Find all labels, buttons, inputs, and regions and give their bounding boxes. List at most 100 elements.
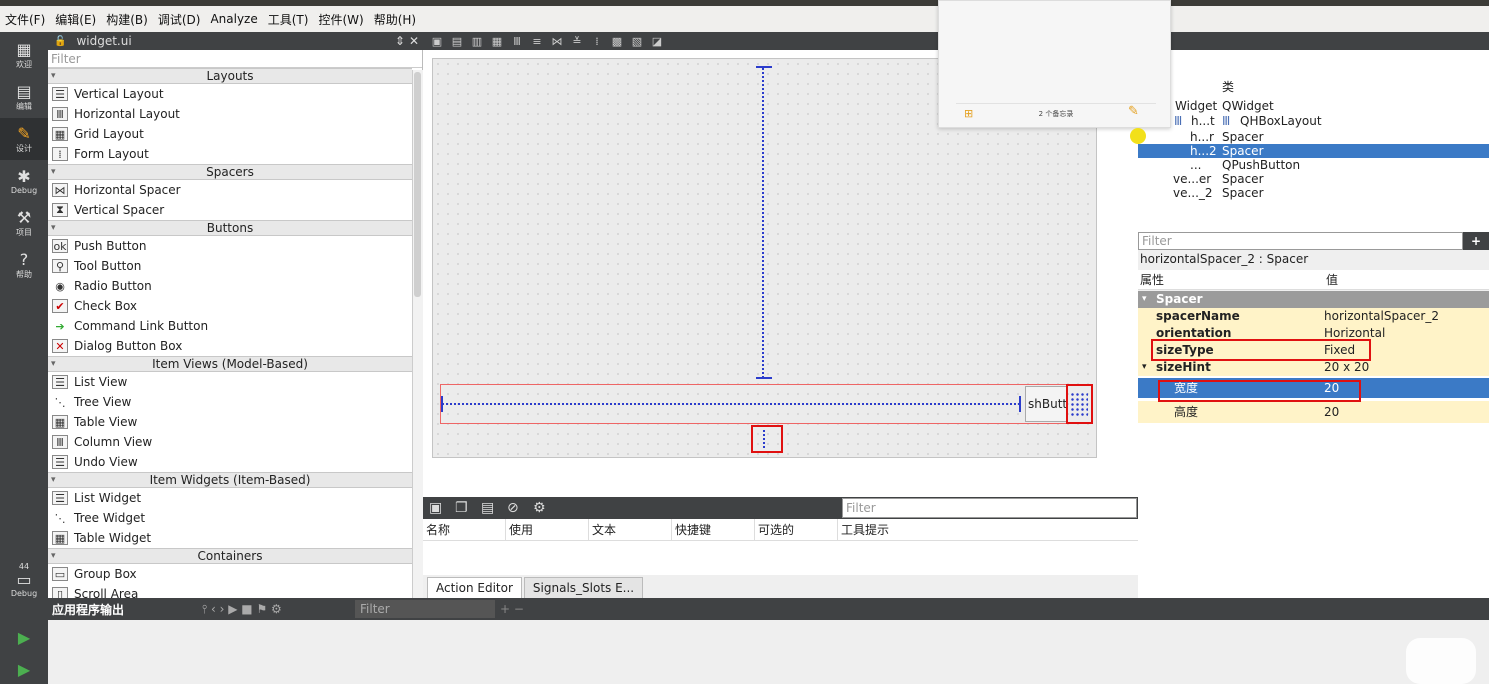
menu-help[interactable]: 帮助(H) — [369, 11, 421, 28]
category-spacers[interactable]: Spacers — [48, 164, 412, 180]
widget-item[interactable]: ✕ Dialog Button Box — [48, 336, 412, 356]
widget-item[interactable]: ▦ Table Widget — [48, 528, 412, 548]
object-row[interactable]: ve...er Spacer — [1138, 172, 1489, 186]
tab-signals-slots[interactable]: Signals_Slots E... — [523, 577, 644, 598]
property-row[interactable]: ▾ sizeHint 20 x 20 — [1138, 359, 1489, 376]
mode-edit[interactable]: ▤ 编辑 — [0, 76, 48, 118]
layout-form-icon[interactable]: ⁞ — [587, 35, 607, 48]
widget-item[interactable]: ⚲ Tool Button — [48, 256, 412, 276]
horizontal-spacer[interactable] — [442, 403, 1020, 407]
paste-icon[interactable]: ▤ — [481, 500, 507, 516]
property-group[interactable]: ▾ Spacer — [1138, 291, 1489, 308]
column-header[interactable]: 可选的 — [755, 518, 838, 541]
kit-selector[interactable]: 44 ▭ Debug — [0, 550, 48, 610]
column-header[interactable]: 快捷键 — [672, 518, 755, 541]
widget-item[interactable]: ☰ Undo View — [48, 452, 412, 472]
settings-icon[interactable]: ⚙ — [533, 500, 559, 516]
output-filter-input[interactable]: Filter — [355, 600, 495, 618]
action-filter-input[interactable]: Filter — [842, 498, 1137, 518]
adjust-size-icon[interactable]: ◪ — [647, 35, 667, 48]
object-class-header[interactable]: 类 — [1222, 80, 1482, 94]
column-header[interactable]: 文本 — [589, 518, 672, 541]
mode-help[interactable]: ? 帮助 — [0, 244, 48, 286]
widget-item[interactable]: ◉ Radio Button — [48, 276, 412, 296]
document-name[interactable]: widget.ui — [76, 34, 131, 48]
object-row[interactable]: h...r Spacer — [1138, 130, 1489, 144]
widget-item[interactable]: ⁞ Form Layout — [48, 144, 412, 164]
menu-file[interactable]: 文件(F) — [0, 11, 50, 28]
menu-analyze[interactable]: Analyze — [205, 12, 262, 26]
property-row[interactable]: spacerName horizontalSpacer_2 — [1138, 308, 1489, 325]
object-row[interactable]: Ⅲh...t Ⅲ QHBoxLayout — [1138, 114, 1489, 128]
edit-widgets-icon[interactable]: ▣ — [427, 35, 447, 48]
column-header[interactable]: 使用 — [506, 518, 589, 541]
form-push-button[interactable]: shButt — [1025, 386, 1067, 422]
object-row[interactable]: Widget QWidget — [1138, 99, 1489, 113]
copy-icon[interactable]: ❐ — [455, 500, 481, 516]
widget-item[interactable]: ☰ List Widget — [48, 488, 412, 508]
category-item-widgets[interactable]: Item Widgets (Item-Based) — [48, 472, 412, 488]
layout-grid-icon[interactable]: ▩ — [607, 35, 627, 48]
mode-debug[interactable]: ✱ Debug — [0, 160, 48, 202]
widget-item[interactable]: ⋈ Horizontal Spacer — [48, 180, 412, 200]
add-property-button[interactable]: + — [1463, 232, 1489, 250]
layout-v-splitter-icon[interactable]: ≚ — [567, 35, 587, 48]
widget-item[interactable]: ☰ List View — [48, 372, 412, 392]
widget-item[interactable]: ▦ Grid Layout — [48, 124, 412, 144]
widget-item[interactable]: Ⅲ Horizontal Layout — [48, 104, 412, 124]
mode-projects[interactable]: ⚒ 项目 — [0, 202, 48, 244]
menu-controls[interactable]: 控件(W) — [313, 11, 368, 28]
widget-item[interactable]: ⋱ Tree View — [48, 392, 412, 412]
widget-item[interactable]: ☰ Vertical Layout — [48, 84, 412, 104]
value-column-header[interactable]: 值 — [1324, 271, 1338, 288]
tab-action-editor[interactable]: Action Editor — [427, 577, 522, 598]
run-button[interactable]: ▶ — [0, 618, 48, 658]
layout-h-splitter-icon[interactable]: ⋈ — [547, 35, 567, 48]
delete-icon[interactable]: ⊘ — [507, 500, 533, 516]
close-icon[interactable]: ✕ — [409, 34, 419, 48]
widget-item[interactable]: Ⅲ Column View — [48, 432, 412, 452]
widget-item[interactable]: ▦ Table View — [48, 412, 412, 432]
property-filter-input[interactable]: Filter — [1138, 232, 1463, 250]
menu-edit[interactable]: 编辑(E) — [50, 11, 101, 28]
break-layout-icon[interactable]: ▧ — [627, 35, 647, 48]
vertical-spacer[interactable] — [762, 68, 768, 378]
object-row-selected[interactable]: h...2 Spacer — [1138, 144, 1489, 158]
widget-filter-input[interactable]: Filter — [48, 50, 422, 68]
grid-icon[interactable]: ⊞ — [964, 107, 973, 120]
column-header[interactable]: 工具提示 — [838, 519, 921, 541]
widget-item[interactable]: ➔ Command Link Button — [48, 316, 412, 336]
edit-tab-order-icon[interactable]: ▦ — [487, 35, 507, 48]
layout-vertical-icon[interactable]: ≡ — [527, 35, 547, 48]
property-value[interactable]: horizontalSpacer_2 — [1324, 308, 1439, 325]
category-containers[interactable]: Containers — [48, 548, 412, 564]
compose-icon[interactable]: ✎ — [1128, 104, 1139, 119]
mode-welcome[interactable]: ▦ 欢迎 — [0, 34, 48, 76]
menu-build[interactable]: 构建(B) — [101, 11, 153, 28]
widget-item[interactable]: ✔ Check Box — [48, 296, 412, 316]
menu-tools[interactable]: 工具(T) — [263, 11, 314, 28]
new-action-icon[interactable]: ▣ — [429, 500, 455, 516]
debug-run-button[interactable]: ▶ — [0, 656, 48, 684]
widget-item[interactable]: ⧗ Vertical Spacer — [48, 200, 412, 220]
widget-item[interactable]: ok Push Button — [48, 236, 412, 256]
object-row[interactable]: ... QPushButton — [1138, 158, 1489, 172]
widget-item[interactable]: ▭ Group Box — [48, 564, 412, 584]
category-buttons[interactable]: Buttons — [48, 220, 412, 236]
output-nav-icon[interactable]: ⫯ ‹ › ▶ ■ ⚑ ⚙ — [202, 602, 282, 617]
property-value[interactable]: 20 x 20 — [1324, 359, 1369, 376]
widget-item[interactable]: ⋱ Tree Widget — [48, 508, 412, 528]
scrollbar-thumb[interactable] — [414, 72, 421, 297]
widget-item[interactable]: ▯ Scroll Area — [48, 584, 412, 598]
property-row[interactable]: 高度 20 — [1138, 401, 1489, 423]
mode-design[interactable]: ✎ 设计 — [0, 118, 48, 160]
category-item-views[interactable]: Item Views (Model-Based) — [48, 356, 412, 372]
object-row[interactable]: ve..._2 Spacer — [1138, 186, 1489, 200]
category-layouts[interactable]: Layouts — [48, 68, 412, 84]
edit-buddies-icon[interactable]: ▥ — [467, 35, 487, 48]
column-header[interactable]: 名称 — [423, 518, 506, 541]
edit-signals-icon[interactable]: ▤ — [447, 35, 467, 48]
plus-icon[interactable]: + − — [500, 602, 524, 616]
layout-horizontal-icon[interactable]: Ⅲ — [507, 35, 527, 48]
chevron-updown-icon[interactable]: ⇕ — [395, 34, 405, 48]
